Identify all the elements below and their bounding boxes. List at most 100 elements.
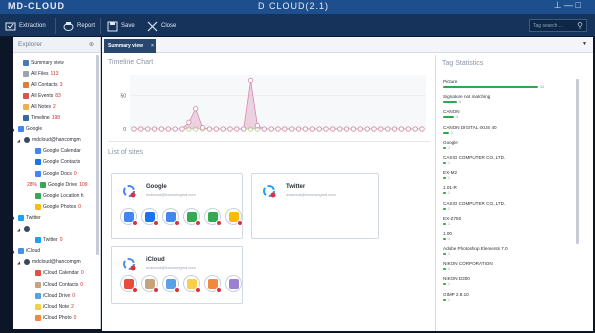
data-point[interactable] [220,126,226,132]
tree-item-icloud[interactable]: ◢ iCloud [13,247,40,256]
data-point[interactable] [241,126,247,132]
data-point[interactable] [151,126,158,132]
save-button[interactable]: Save [106,18,135,34]
data-point[interactable] [186,119,192,125]
data-point[interactable] [206,126,213,132]
data-point[interactable] [412,126,418,132]
tree-item-google-docs[interactable]: Google Docs 0 [35,169,77,178]
data-point[interactable] [254,123,261,129]
data-point[interactable] [158,126,165,132]
data-point[interactable] [323,126,329,132]
tag-item[interactable]: Picture 34 [443,79,573,94]
tab-summary-view[interactable]: Summary view × [104,39,156,53]
data-point[interactable] [275,126,281,132]
gcontacts-icon[interactable] [141,208,159,226]
data-point[interactable] [405,126,411,132]
tree-item-mdcloud-hancomgm[interactable]: ◢ mdcloud@hancomgm [17,136,81,145]
tree-item-google-photos[interactable]: Google Photos 0 [35,202,81,211]
data-point[interactable] [398,126,405,132]
tree-item-icloud-contacts[interactable]: iCloud Contacts 0 [35,280,83,289]
data-point[interactable] [302,126,309,132]
tag-item[interactable]: CASIO COMPUTER CO.,LTD. 1 [443,201,573,216]
data-point[interactable] [261,126,267,132]
imail-icon[interactable] [225,275,242,292]
data-point[interactable] [172,126,178,132]
tag-item[interactable]: CANON 4 [443,109,573,124]
tree-item-all-contacts[interactable]: All Contacts 3 [23,80,62,89]
data-point[interactable] [295,126,302,132]
data-point[interactable] [343,126,350,132]
iphotos-icon[interactable] [204,275,222,293]
tree-item-all-files[interactable]: All Files 113 [23,69,59,78]
data-point[interactable] [378,126,384,132]
gdocs-icon[interactable] [162,208,180,226]
gdrive-icon[interactable] [183,208,201,226]
data-point[interactable] [391,126,398,132]
tag-item[interactable]: 1.01-R 1 [443,185,573,200]
tree-item-google-drive[interactable]: 28% Google Drive 109 [27,180,88,189]
tag-item[interactable]: Google 1 [443,140,573,155]
tag-item[interactable]: NIKON CORPORATION 1 [443,261,573,276]
tree-item-account[interactable]: ◢ [17,225,32,234]
tag-item[interactable]: Signature not matching 5 [443,94,573,109]
tag-scrollbar[interactable] [576,79,579,244]
gmaps-icon[interactable] [204,208,222,226]
search-icon[interactable]: ⚲ [577,21,583,30]
tag-item[interactable]: EX-Z750 1 [443,216,573,231]
data-point[interactable] [138,126,144,132]
data-point[interactable] [309,126,315,132]
gphotos-icon[interactable] [225,208,243,226]
data-point[interactable] [165,126,171,132]
tree-item-timeline[interactable]: Timeline 198 [23,114,60,123]
inotes-icon[interactable] [183,275,201,293]
data-point[interactable] [145,126,151,132]
expand-arrow-icon[interactable]: ◢ [13,249,16,254]
tree-item-all-notes[interactable]: All Notes 2 [23,102,56,111]
tag-item[interactable]: NIKON D300 1 [443,276,573,291]
tab-close-icon[interactable]: × [151,43,154,49]
tag-item[interactable]: GIMP 2.8.10 1 [443,292,573,307]
data-point[interactable] [199,125,206,131]
pin-icon[interactable]: ⊕ [89,41,94,48]
data-point[interactable] [282,126,288,132]
data-point[interactable] [316,126,322,132]
window-controls[interactable]: ⊥ — □ [554,0,581,11]
data-point[interactable] [350,126,357,132]
data-point[interactable] [268,126,274,132]
tree-item-icloud-drive[interactable]: iCloud Drive 0 [35,291,75,300]
tree-item-twitter[interactable]: ◢ Twitter [13,213,41,222]
icontacts-icon[interactable] [141,275,159,293]
data-point[interactable] [371,126,377,132]
data-point[interactable] [213,126,219,132]
gcal-icon[interactable] [120,208,138,226]
tree-item-twitter[interactable]: Twitter 0 [35,236,63,245]
tree-item-google-calendar[interactable]: Google Calendar [35,147,81,156]
tree-item-google-contacts[interactable]: Google Contacts [35,158,80,167]
tag-item[interactable]: CASIO COMPUTER CO.,LTD. 1 [443,155,573,170]
expand-arrow-icon[interactable]: ◢ [13,127,16,132]
extraction-button[interactable]: Extraction [4,18,46,34]
tree-item-icloud-note[interactable]: iCloud Note 2 [35,302,74,311]
data-point[interactable] [419,126,425,132]
tag-item[interactable]: 1.00 1 [443,231,573,246]
tree-item-google[interactable]: ◢ Google [13,125,42,134]
tree-item-all-events[interactable]: All Events 83 [23,91,61,100]
tag-item[interactable]: Adobe Photoshop Elements 7.0 1 [443,246,573,261]
tab-dropdown-icon[interactable]: ▼ [582,41,587,47]
ical-icon[interactable] [120,275,138,293]
report-button[interactable]: Report [62,18,95,34]
data-point[interactable] [193,106,199,112]
tag-item[interactable]: CANON DIGITAL IXUS 40 2 [443,125,573,140]
tree-item-icloud-photo[interactable]: iCloud Photo 0 [35,313,76,322]
expand-arrow-icon[interactable]: ◢ [17,138,22,143]
tag-search-input[interactable]: Tag search ... ⚲ [529,19,587,32]
site-card-google[interactable]: Google mdcloud@hancomgmd.com [111,173,243,239]
data-point[interactable] [357,126,363,132]
data-point[interactable] [364,126,370,132]
close-button[interactable]: Close [146,18,176,34]
explorer-scrollbar[interactable] [96,55,99,255]
data-point[interactable] [289,126,295,132]
data-point[interactable] [385,126,391,132]
tree-item-mdcloud-hancomgm[interactable]: ◢ mdcloud@hancomgm [17,258,81,267]
tree-item-summary-view[interactable]: Summary view [23,58,64,67]
